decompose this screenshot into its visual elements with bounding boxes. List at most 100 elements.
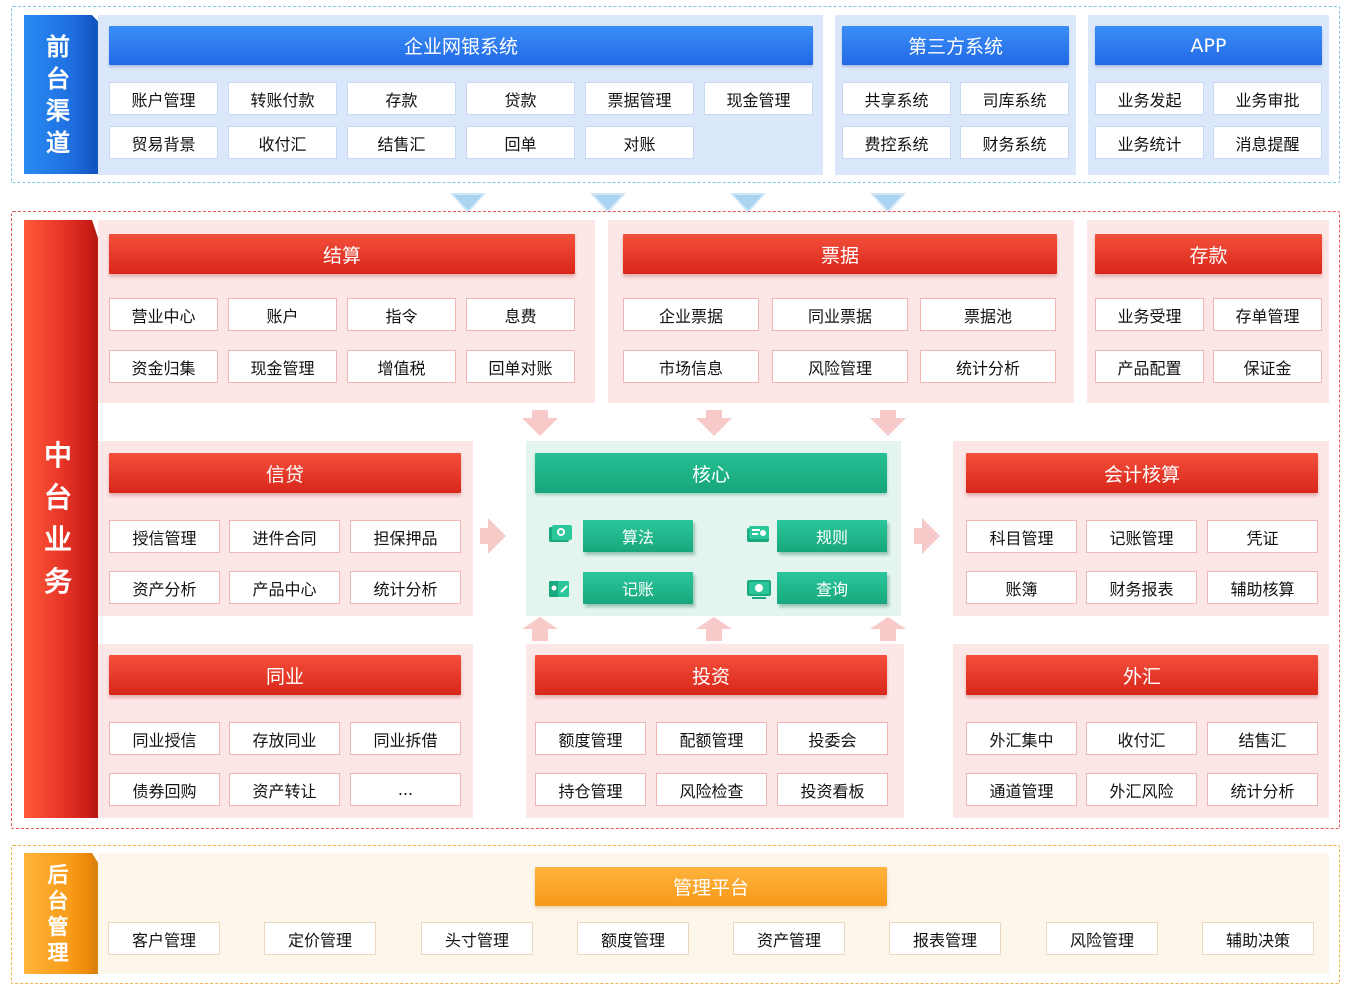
settlement-item[interactable]: 回单对账 [466,350,575,383]
platform-item[interactable]: 报表管理 [889,922,1001,955]
interbank-item[interactable]: 债券回购 [109,773,220,806]
bills-item[interactable]: 企业票据 [623,298,759,331]
bills-header: 票据 [623,234,1057,274]
investment-item[interactable]: 风险检查 [656,773,767,806]
interbank-header: 同业 [109,655,461,695]
chevron-arrow-icon [522,617,558,641]
bills-item[interactable]: 统计分析 [920,350,1056,383]
front-side-char: 道 [46,128,70,157]
credit-item[interactable]: 统计分析 [350,571,461,604]
app-item-notify[interactable]: 消息提醒 [1213,126,1322,159]
app-item-approve[interactable]: 业务审批 [1213,82,1322,115]
bank-item-trade[interactable]: 贸易背景 [109,126,218,159]
core-algorithm-button[interactable]: 算法 [583,520,693,552]
platform-item[interactable]: 额度管理 [577,922,689,955]
bank-item-transfer[interactable]: 转账付款 [228,82,337,115]
interbank-item[interactable]: 同业拆借 [350,722,461,755]
app-header: APP [1095,26,1322,65]
deposit-item[interactable]: 存单管理 [1213,298,1322,331]
accounting-item[interactable]: 记账管理 [1086,520,1197,553]
bank-item-receipt[interactable]: 回单 [466,126,575,159]
deposit-item[interactable]: 业务受理 [1095,298,1204,331]
third-party-item-expense[interactable]: 费控系统 [842,126,951,159]
credit-item[interactable]: 授信管理 [109,520,220,553]
bills-item[interactable]: 票据池 [920,298,1056,331]
deposit-item[interactable]: 保证金 [1213,350,1322,383]
interbank-item[interactable]: 资产转让 [229,773,340,806]
back-side-char: 管 [47,914,69,939]
bills-item[interactable]: 风险管理 [772,350,908,383]
platform-item[interactable]: 资产管理 [733,922,845,955]
interbank-item[interactable]: 存放同业 [229,722,340,755]
third-party-item-finance[interactable]: 财务系统 [960,126,1069,159]
bank-item-fx-settle[interactable]: 结售汇 [347,126,456,159]
app-item-initiate[interactable]: 业务发起 [1095,82,1204,115]
accounting-item[interactable]: 财务报表 [1086,571,1197,604]
forex-item[interactable]: 结售汇 [1207,722,1318,755]
forex-item[interactable]: 外汇风险 [1086,773,1197,806]
bills-item[interactable]: 市场信息 [623,350,759,383]
interbank-item[interactable]: ... [350,773,461,806]
chevron-arrow-icon [870,193,906,213]
front-side-char: 台 [46,64,70,93]
credit-item[interactable]: 担保押品 [350,520,461,553]
chevron-arrow-icon [914,518,940,554]
credit-header: 信贷 [109,453,461,493]
accounting-item[interactable]: 凭证 [1207,520,1318,553]
bank-item-bill-mgmt[interactable]: 票据管理 [585,82,694,115]
bills-item[interactable]: 同业票据 [772,298,908,331]
app-item-stats[interactable]: 业务统计 [1095,126,1204,159]
forex-item[interactable]: 收付汇 [1086,722,1197,755]
settlement-item[interactable]: 指令 [347,298,456,331]
front-side-char: 渠 [46,96,70,125]
chevron-arrow-icon [590,193,626,213]
platform-item[interactable]: 辅助决策 [1202,922,1314,955]
front-side-label: 前 台 渠 道 [24,15,92,174]
back-side-char: 台 [47,888,69,913]
platform-item[interactable]: 定价管理 [264,922,376,955]
bank-item-cash-mgmt[interactable]: 现金管理 [704,82,813,115]
platform-item[interactable]: 风险管理 [1046,922,1158,955]
settlement-item[interactable]: 增值税 [347,350,456,383]
credit-item[interactable]: 资产分析 [109,571,220,604]
bank-item-reconcile[interactable]: 对账 [585,126,694,159]
accounting-item[interactable]: 辅助核算 [1207,571,1318,604]
settlement-item[interactable]: 现金管理 [228,350,337,383]
third-party-item-treasury[interactable]: 司库系统 [960,82,1069,115]
deposit-item[interactable]: 产品配置 [1095,350,1204,383]
investment-item[interactable]: 持仓管理 [535,773,646,806]
bank-item-remit[interactable]: 收付汇 [228,126,337,159]
bookkeeping-icon [549,581,569,597]
forex-item[interactable]: 外汇集中 [966,722,1077,755]
forex-item[interactable]: 统计分析 [1207,773,1318,806]
middle-side-char: 中 [43,439,72,472]
platform-item[interactable]: 头寸管理 [421,922,533,955]
settlement-item[interactable]: 营业中心 [109,298,218,331]
investment-item[interactable]: 投委会 [777,722,888,755]
core-bookkeeping-button[interactable]: 记账 [583,572,693,604]
forex-item[interactable]: 通道管理 [966,773,1077,806]
third-party-item-share[interactable]: 共享系统 [842,82,951,115]
interbank-item[interactable]: 同业授信 [109,722,220,755]
bank-item-account-mgmt[interactable]: 账户管理 [109,82,218,115]
front-side-char: 前 [46,32,70,61]
settlement-item[interactable]: 息费 [466,298,575,331]
platform-item[interactable]: 客户管理 [108,922,220,955]
credit-item[interactable]: 产品中心 [229,571,340,604]
platform-header: 管理平台 [535,867,887,906]
investment-item[interactable]: 配额管理 [656,722,767,755]
accounting-item[interactable]: 科目管理 [966,520,1077,553]
accounting-item[interactable]: 账簿 [966,571,1077,604]
accounting-header: 会计核算 [966,453,1318,493]
middle-side-label: 中 台 业 务 [24,220,92,818]
investment-item[interactable]: 投资看板 [777,773,888,806]
credit-item[interactable]: 进件合同 [229,520,340,553]
bank-item-deposit[interactable]: 存款 [347,82,456,115]
forex-header: 外汇 [966,655,1318,695]
core-rule-button[interactable]: 规则 [777,520,887,552]
bank-item-loan[interactable]: 贷款 [466,82,575,115]
investment-item[interactable]: 额度管理 [535,722,646,755]
settlement-item[interactable]: 资金归集 [109,350,218,383]
core-query-button[interactable]: 查询 [777,572,887,604]
settlement-item[interactable]: 账户 [228,298,337,331]
